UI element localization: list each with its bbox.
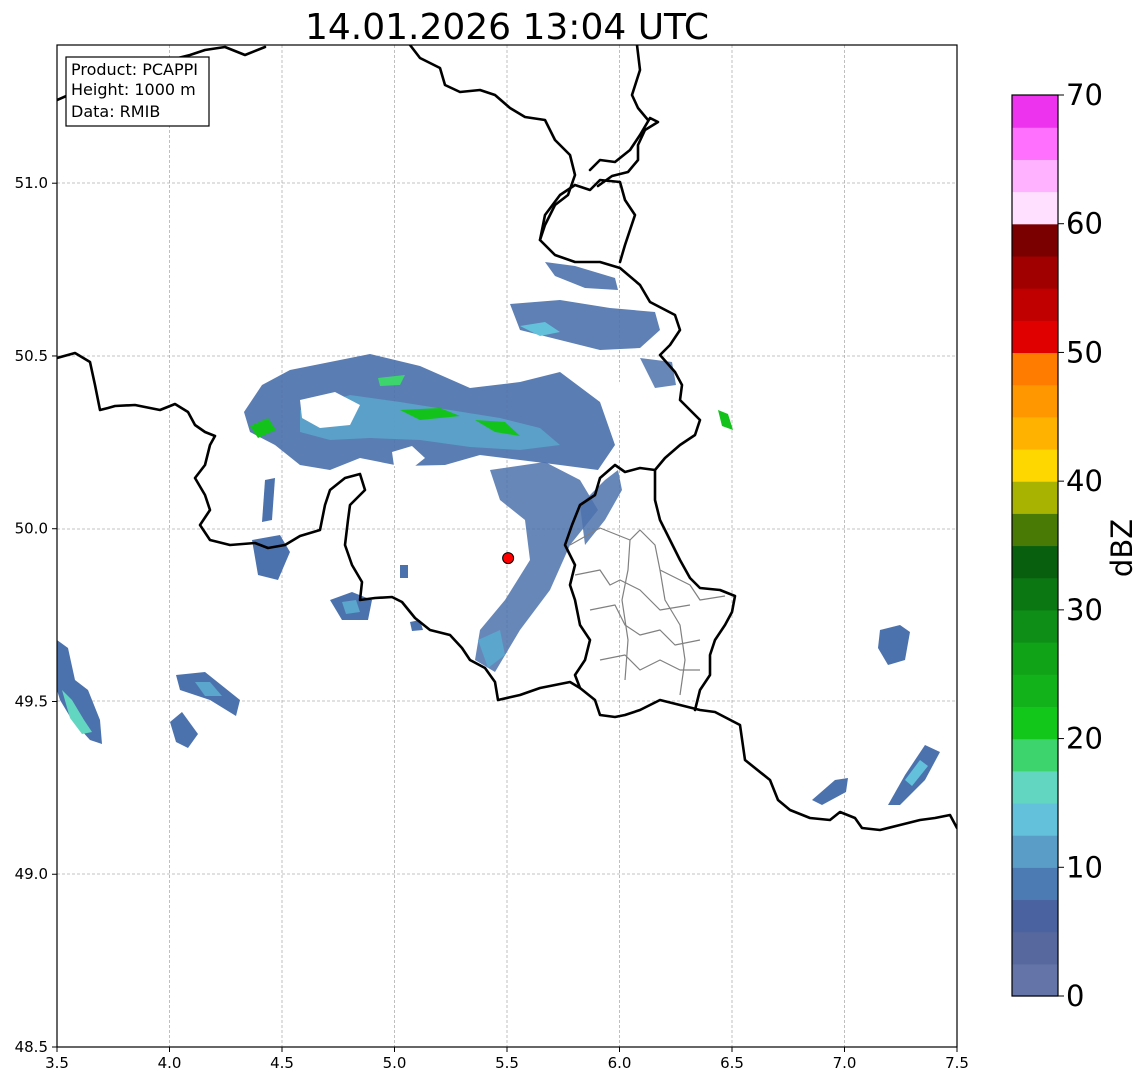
colorbar-segment (1012, 191, 1058, 225)
product-info-box: Product: PCAPPI Height: 1000 m Data: RMI… (65, 56, 210, 127)
colorbar-segment (1012, 867, 1058, 901)
colorbar-segment (1012, 416, 1058, 450)
y-tick-label: 49.5 (15, 692, 48, 710)
y-tick-label: 50.0 (15, 520, 48, 538)
map-panel: Product: PCAPPI Height: 1000 m Data: RMI… (56, 44, 958, 1048)
colorbar-segment (1012, 95, 1058, 128)
colorbar-segment (1012, 352, 1058, 386)
colorbar-segment (1012, 255, 1058, 289)
info-height: Height: 1000 m (71, 80, 196, 99)
colorbar-segment (1012, 577, 1058, 611)
x-tick-label: 6.5 (720, 1054, 744, 1072)
colorbar-tick-label: 10 (1066, 850, 1103, 884)
colorbar-segment (1012, 899, 1058, 933)
colorbar-segment (1012, 288, 1058, 321)
colorbar-segment (1012, 320, 1058, 354)
colorbar-segment (1012, 127, 1058, 160)
colorbar-ticks: 0 10 20 30 40 50 60 70 (1058, 78, 1103, 1013)
colorbar-tick-label: 30 (1066, 593, 1103, 627)
x-tick-label: 4.0 (158, 1054, 182, 1072)
y-axis: 48.5 49.0 49.5 50.0 50.5 51.0 (15, 174, 57, 1056)
y-tick-label: 48.5 (15, 1038, 48, 1056)
colorbar-segment (1012, 931, 1058, 965)
colorbar: 0 10 20 30 40 50 60 70 dBZ (1011, 78, 1139, 1013)
y-tick-label: 51.0 (15, 174, 48, 192)
x-tick-label: 3.5 (45, 1054, 69, 1072)
echo-scatter-1 (400, 565, 408, 578)
colorbar-segment (1012, 481, 1058, 514)
colorbar-segment (1012, 738, 1058, 772)
y-tick-label: 50.5 (15, 347, 48, 365)
x-tick-label: 7.0 (833, 1054, 857, 1072)
colorbar-segment (1012, 384, 1058, 418)
x-tick-label: 5.0 (383, 1054, 407, 1072)
colorbar-segment (1012, 802, 1058, 836)
colorbar-segment (1012, 770, 1058, 804)
colorbar-segment (1012, 159, 1058, 193)
colorbar-tick-label: 20 (1066, 722, 1103, 756)
colorbar-tick-label: 60 (1066, 207, 1103, 241)
info-product: Product: PCAPPI (71, 60, 198, 79)
colorbar-segment (1012, 545, 1058, 579)
map-title: 14.01.2026 13:04 UTC (305, 7, 709, 48)
radar-site-marker (502, 552, 515, 565)
y-tick-label: 49.0 (15, 865, 48, 883)
colorbar-segment (1012, 223, 1058, 257)
x-tick-label: 7.5 (945, 1054, 969, 1072)
colorbar-tick-label: 40 (1066, 464, 1103, 498)
x-axis: 3.5 4.0 4.5 5.0 5.5 6.0 6.5 7.0 7.5 (45, 1047, 969, 1072)
colorbar-segment (1012, 963, 1058, 997)
colorbar-segment (1012, 448, 1058, 482)
colorbar-tick-label: 70 (1066, 78, 1103, 112)
colorbar-label: dBZ (1105, 519, 1139, 577)
colorbar-segments (1012, 95, 1058, 997)
colorbar-segment (1012, 513, 1058, 547)
x-tick-label: 5.5 (495, 1054, 519, 1072)
colorbar-tick-label: 0 (1066, 979, 1084, 1013)
colorbar-tick-label: 50 (1066, 335, 1103, 369)
info-data-source: Data: RMIB (71, 102, 160, 121)
radar-map-figure: 14.01.2026 13:04 UTC Product: PCAPPI Hei… (15, 7, 1139, 1072)
colorbar-segment (1012, 706, 1058, 740)
colorbar-segment (1012, 642, 1058, 675)
colorbar-segment (1012, 835, 1058, 868)
x-tick-label: 4.5 (270, 1054, 294, 1072)
colorbar-segment (1012, 609, 1058, 643)
colorbar-segment (1012, 674, 1058, 707)
x-tick-label: 6.0 (608, 1054, 632, 1072)
